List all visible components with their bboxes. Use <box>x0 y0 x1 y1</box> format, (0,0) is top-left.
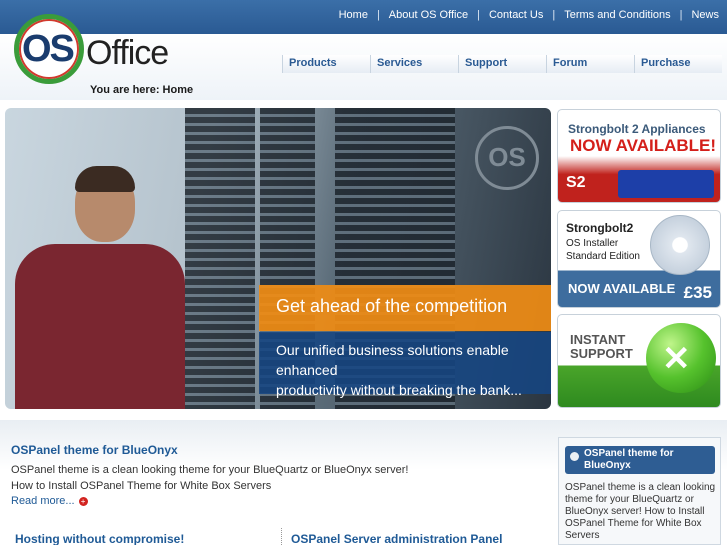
ospanel-heading[interactable]: OSPanel Server administration Panel <box>291 532 502 545</box>
nav-forum[interactable]: Forum <box>546 55 634 73</box>
server-rack-image <box>185 108 255 409</box>
s2-logo-icon: S2 <box>566 174 586 191</box>
sidebar-news-header[interactable]: OSPanel theme for BlueOnyx <box>565 446 715 474</box>
bullet-icon <box>570 452 579 461</box>
breadcrumb: You are here: Home <box>90 84 194 96</box>
hero-headline[interactable]: Get ahead of the competition <box>259 285 551 331</box>
person-image <box>15 244 185 409</box>
promo-subtitle: NOW AVAILABLE! <box>570 136 717 155</box>
promo-os-installer[interactable]: Strongbolt2 OS Installer Standard Editio… <box>557 210 721 308</box>
column-divider <box>281 528 282 545</box>
top-nav: Home | About OS Office | Contact Us | Te… <box>339 9 719 21</box>
sidebar-news-title: OSPanel theme for BlueOnyx <box>584 448 674 471</box>
top-nav-separator: | <box>477 9 480 21</box>
nav-products[interactable]: Products <box>282 55 370 73</box>
promo-title-line: SUPPORT <box>570 346 633 361</box>
promo-cta: NOW AVAILABLE <box>568 281 676 296</box>
nav-services[interactable]: Services <box>370 55 458 73</box>
cd-disc-icon <box>650 215 710 275</box>
promo-price: £35 <box>683 283 712 302</box>
promo-title: Strongbolt2 <box>566 221 634 235</box>
logo-os[interactable]: OS <box>22 28 75 71</box>
nav-support[interactable]: Support <box>458 55 546 73</box>
article-title[interactable]: OSPanel theme for BlueOnyx <box>11 443 551 457</box>
promo-subtitle-line: Standard Edition <box>566 251 640 262</box>
read-more-label: Read more... <box>11 495 75 507</box>
plus-icon: + <box>78 496 88 506</box>
sidebar-news-box: OSPanel theme for BlueOnyx OSPanel theme… <box>558 437 721 545</box>
top-bar: Home | About OS Office | Contact Us | Te… <box>0 0 727 34</box>
promo-title-line: INSTANT <box>570 332 626 347</box>
promo-title: INSTANT SUPPORT <box>570 333 633 361</box>
top-nav-about[interactable]: About OS Office <box>389 9 468 21</box>
appliance-image <box>618 170 714 198</box>
hero-body: Our unified business solutions enable en… <box>259 332 551 398</box>
top-nav-news[interactable]: News <box>691 9 719 21</box>
top-nav-separator: | <box>552 9 556 21</box>
hero-body-line: Our unified business solutions enable en… <box>276 342 509 378</box>
sidebar-news-body: OSPanel theme is a clean looking theme f… <box>565 482 716 541</box>
hosting-heading[interactable]: Hosting without compromise! <box>15 532 184 545</box>
article-text: How to Install OSPanel Theme for White B… <box>11 480 272 492</box>
promo-instant-support[interactable]: INSTANT SUPPORT ✕ <box>557 314 721 408</box>
logo-office[interactable]: Office <box>86 34 169 73</box>
top-nav-separator: | <box>679 9 683 21</box>
nav-purchase[interactable]: Purchase <box>634 55 722 73</box>
promo-title: Strongbolt 2 Appliances <box>568 122 706 136</box>
top-nav-home[interactable]: Home <box>339 9 368 21</box>
promo-subtitle: OS Installer Standard Edition <box>566 237 640 263</box>
promo-strongbolt-appliances[interactable]: Strongbolt 2 Appliances NOW AVAILABLE! S… <box>557 109 721 203</box>
promo-subtitle-line: OS Installer <box>566 238 619 249</box>
article-text: OSPanel theme is a clean looking theme f… <box>11 464 409 476</box>
person-hair-image <box>75 166 135 192</box>
read-more-link[interactable]: Read more... + <box>11 495 551 507</box>
news-article: OSPanel theme for BlueOnyx OSPanel theme… <box>11 443 551 507</box>
top-nav-terms[interactable]: Terms and Conditions <box>564 9 670 21</box>
top-nav-contact[interactable]: Contact Us <box>489 9 543 21</box>
wrench-screwdriver-icon: ✕ <box>662 340 691 378</box>
os-badge-icon: OS <box>475 126 539 190</box>
top-nav-separator: | <box>376 9 380 21</box>
main-nav: Products Services Support Forum Purchase <box>282 55 722 73</box>
hero-body-line: productivity without breaking the bank..… <box>276 382 522 398</box>
